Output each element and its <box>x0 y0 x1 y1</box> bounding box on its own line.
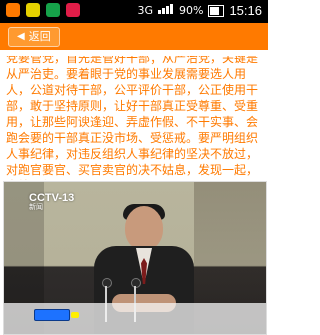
signal-icon <box>158 4 174 17</box>
news-photo: CCTV-13 新闻 <box>3 181 267 335</box>
battery-percent: 90% <box>179 4 204 17</box>
microphone-icon <box>131 278 141 288</box>
network-indicator: 3G <box>137 4 153 17</box>
status-bar: 3G 90% 15:16 <box>0 0 268 23</box>
battery-icon <box>208 4 225 17</box>
back-button-label: 返回 <box>28 31 51 43</box>
status-left-icons <box>6 3 80 17</box>
status-right: 3G 90% 15:16 <box>137 3 262 18</box>
tv-watermark: CCTV-13 新闻 <box>29 192 74 212</box>
speaker-head <box>125 206 163 250</box>
text-clip-mask <box>0 50 268 56</box>
app-icon <box>66 3 80 17</box>
back-button[interactable]: ◀ 返回 <box>8 27 60 47</box>
article-body: 党要管党，首先是管好干部；从严治党，关键是从严治吏。要着眼于党的事业发展需要选人… <box>0 50 268 180</box>
clock: 15:16 <box>229 3 262 18</box>
app-icon <box>6 3 20 17</box>
app-icon <box>26 3 40 17</box>
microphone-icon <box>102 278 112 288</box>
app-bar: ◀ 返回 <box>0 23 268 51</box>
tv-watermark-sub: 新闻 <box>29 204 43 211</box>
chevron-left-icon: ◀ <box>17 31 25 42</box>
article-text: 党要管党，首先是管好干部；从严治党，关键是从严治吏。要着眼于党的事业发展需要选人… <box>6 51 259 180</box>
app-icon <box>46 3 60 17</box>
channel-badge <box>34 309 79 321</box>
